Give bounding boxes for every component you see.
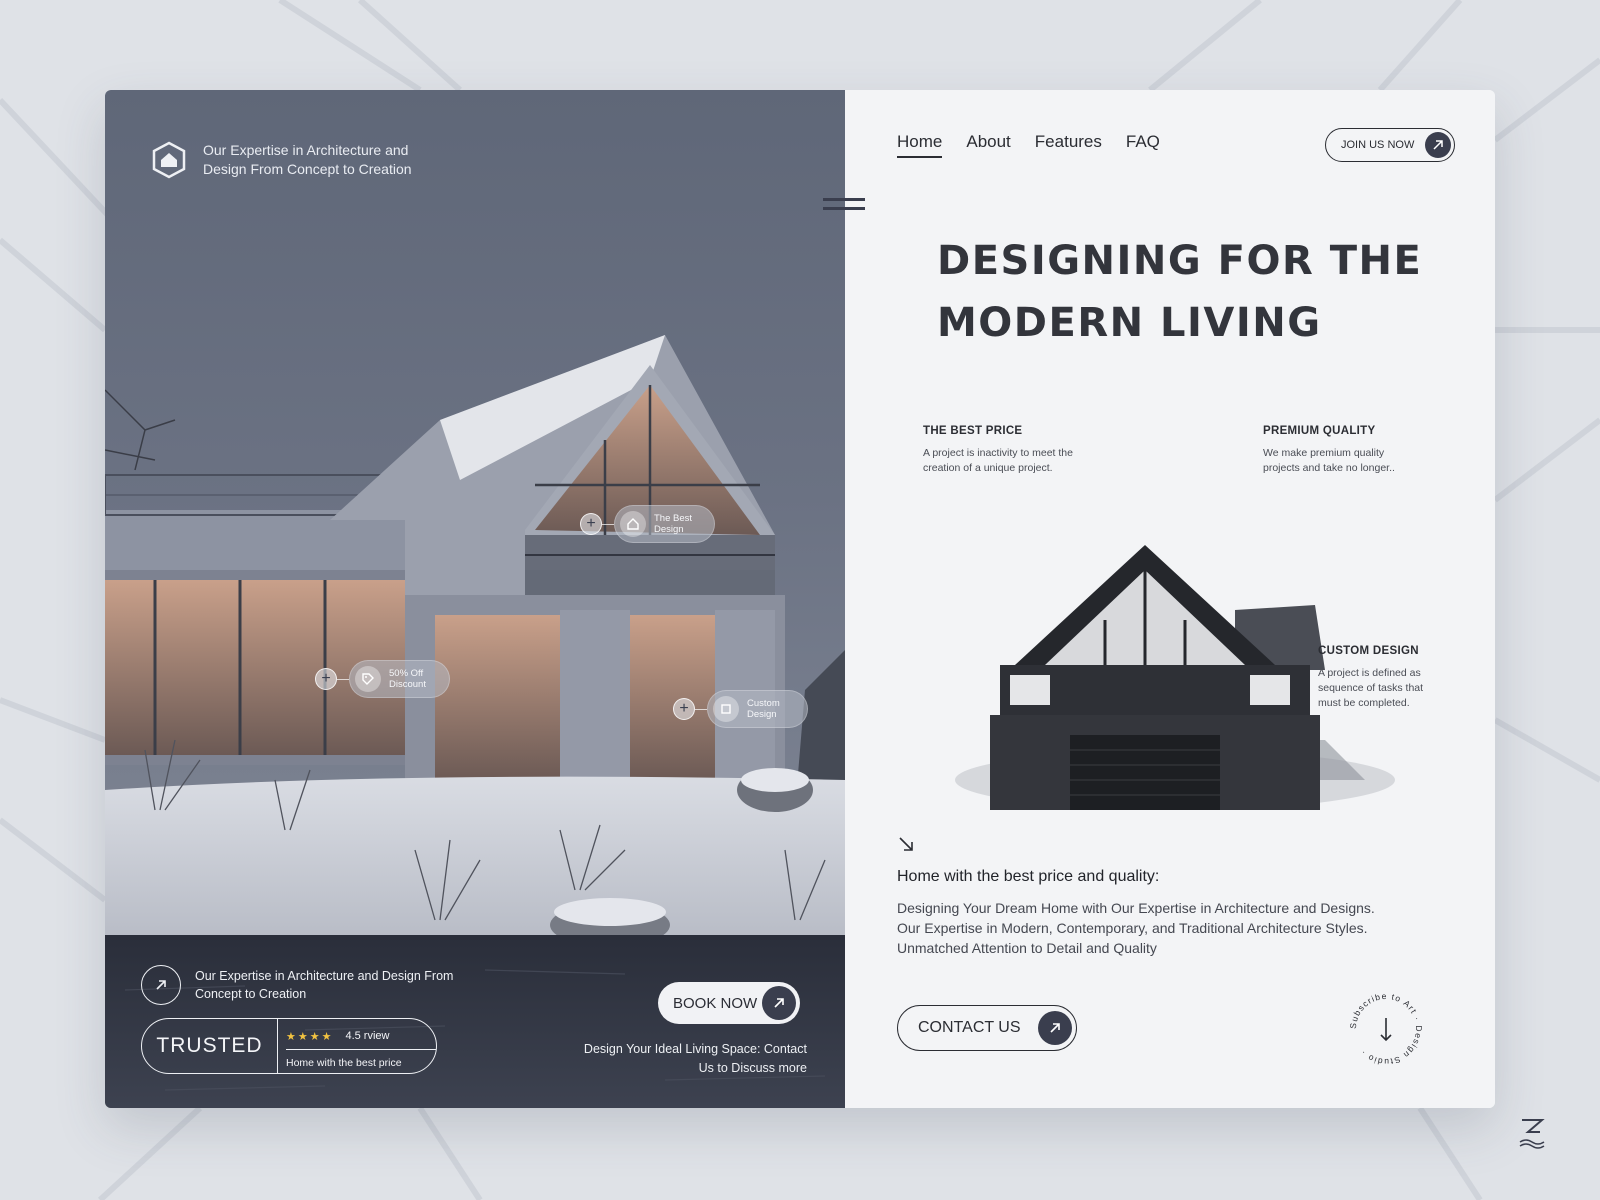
rating-subtitle: Home with the best price [286,1057,402,1069]
feature-title: CUSTOM DESIGN [1318,645,1419,657]
home-icon [620,511,646,537]
hotspot-custom-design[interactable]: + Custom Design [673,690,808,728]
arrow-up-right-icon [762,986,796,1020]
plus-icon[interactable]: + [315,668,337,690]
info-title: Home with the best price and quality: [897,868,1160,885]
connector-line [602,523,614,525]
feature-custom-design: CUSTOM DESIGN A project is defined as se… [1318,645,1443,711]
tag-icon [355,666,381,692]
menu-icon[interactable] [823,198,865,216]
landing-card: Our Expertise in Architecture and Design… [105,90,1495,1108]
feature-desc: A project is inactivity to meet the crea… [923,447,1073,474]
feature-title: PREMIUM QUALITY [1263,425,1376,437]
info-description: Designing Your Dream Home with Our Exper… [897,900,1375,956]
main-nav: Home About Features FAQ [897,132,1160,158]
trusted-label: TRUSTED [156,1034,263,1057]
contact-us-button[interactable]: CONTACT US [897,1005,1077,1051]
expertise-row: Our Expertise in Architecture and Design… [141,965,465,1005]
rating-value: 4.5 rview [345,1030,390,1042]
plus-icon[interactable]: + [580,513,602,535]
nav-item-features[interactable]: Features [1035,132,1102,158]
feature-title: THE BEST PRICE [923,425,1023,437]
hotspot-pill[interactable]: Custom Design [707,690,808,728]
join-us-button[interactable]: JOIN US NOW [1325,128,1455,162]
hotspot-best-design[interactable]: + The Best Design [580,505,715,543]
black-house-illustration [955,545,1395,810]
hotspot-label: Custom Design [747,698,780,720]
crop-icon [713,696,739,722]
nav-item-home[interactable]: Home [897,132,943,158]
join-us-label: JOIN US NOW [1341,139,1415,151]
hero-photo-panel: Our Expertise in Architecture and Design… [105,90,845,1108]
feature-best-price: THE BEST PRICE A project is inactivity t… [923,425,1098,476]
arrow-up-right-button[interactable] [141,965,181,1005]
house-scene-illustration [105,335,845,1108]
arrow-down-icon [1380,1018,1392,1042]
hotspot-discount[interactable]: + 50% Off Discount [315,660,450,698]
content-panel: Home About Features FAQ JOIN US NOW DESI… [823,90,1495,1108]
hero-title-line2: MODERN LIVING [937,300,1322,346]
arrow-up-right-icon [156,980,166,990]
arrow-up-right-icon [1425,132,1451,158]
hotspot-label: 50% Off Discount [389,668,426,690]
arrow-up-right-icon [1038,1011,1072,1045]
brand-logo-icon[interactable] [149,140,189,180]
feature-premium-quality: PREMIUM QUALITY We make premium quality … [1263,425,1418,476]
brand: Our Expertise in Architecture and Design… [149,140,433,180]
contact-cta-text: Design Your Ideal Living Space: Contact … [583,1042,807,1075]
subscribe-badge[interactable]: Subscribe to Art · Design Studio · [1345,988,1427,1070]
hero-title-line1: DESIGNING FOR THE [937,238,1423,284]
contact-us-label: CONTACT US [918,1019,1021,1036]
trusted-badge: TRUSTED ★★★★ 4.5 rview Home with the bes… [141,1018,437,1074]
expertise-text: Our Expertise in Architecture and Design… [195,969,454,1001]
hotspot-label: The Best Design [654,513,693,535]
hotspot-pill[interactable]: 50% Off Discount [349,660,450,698]
hotspot-pill[interactable]: The Best Design [614,505,715,543]
arrow-down-right-icon [899,837,913,851]
hero-title: DESIGNING FOR THE MODERN LIVING [937,230,1457,354]
brand-tagline: Our Expertise in Architecture and Design… [203,142,412,177]
feature-desc: We make premium quality projects and tak… [1263,447,1395,474]
plus-icon[interactable]: + [673,698,695,720]
book-now-label: BOOK NOW [673,994,758,1012]
feature-desc: A project is defined as sequence of task… [1318,667,1424,709]
dribbble-author-logo-icon [1519,1119,1545,1149]
nav-item-faq[interactable]: FAQ [1126,132,1160,158]
connector-line [695,708,707,710]
star-rating-icon: ★★★★ [286,1030,334,1043]
connector-line [337,678,349,680]
nav-item-about[interactable]: About [966,132,1010,158]
book-now-button[interactable]: BOOK NOW [658,982,800,1024]
